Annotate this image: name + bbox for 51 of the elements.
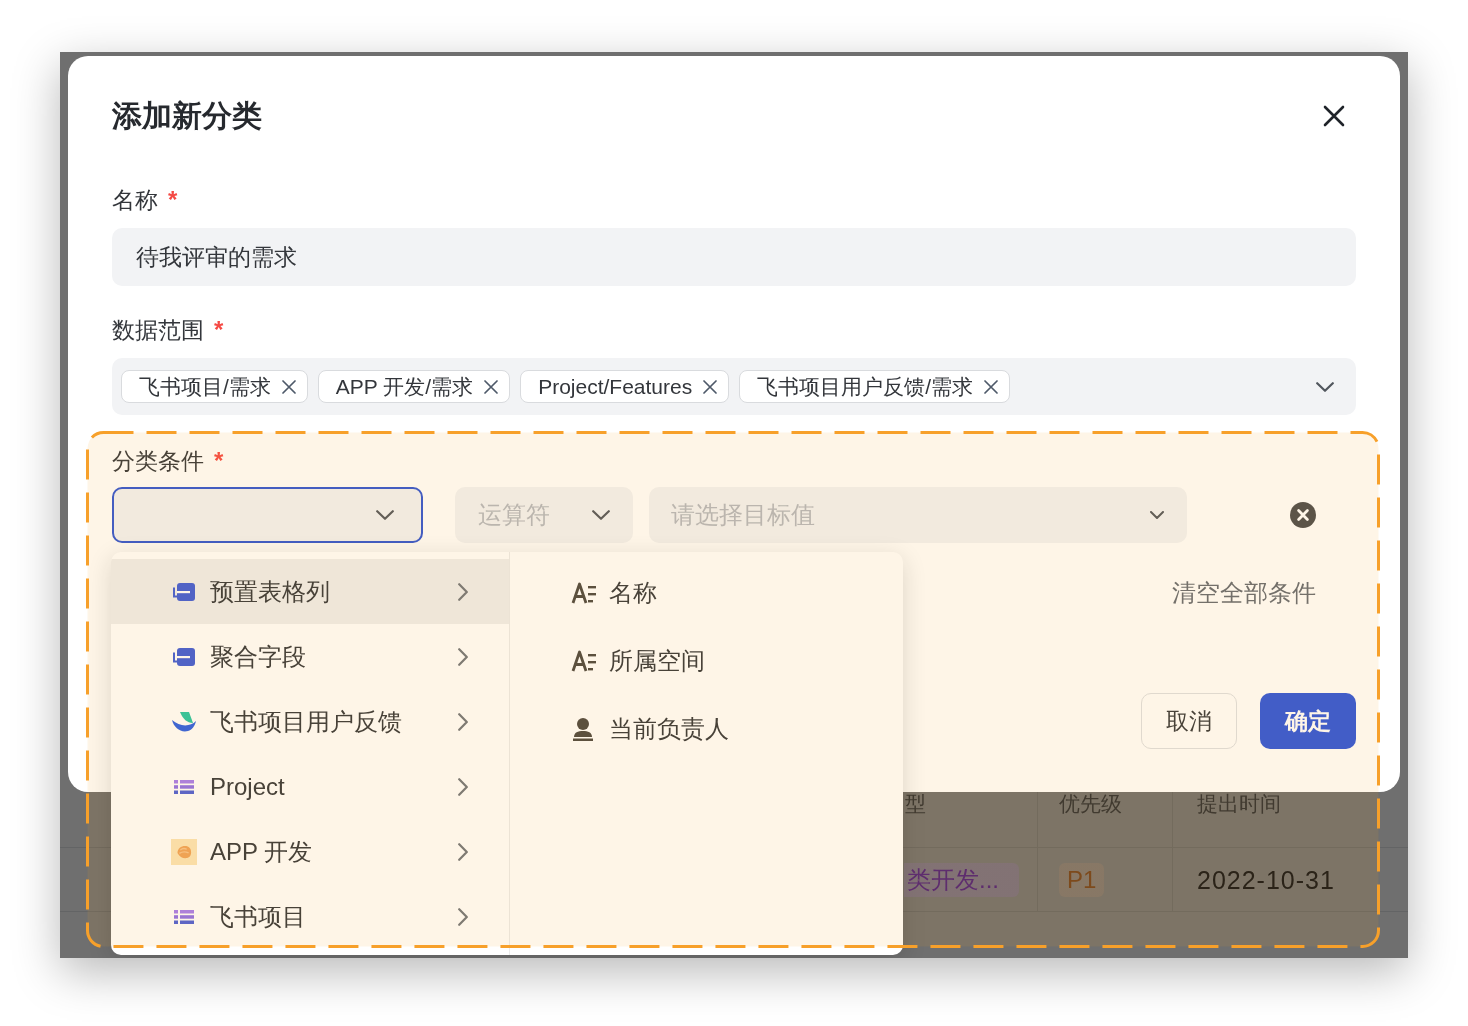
menu-item[interactable]: 预置表格列 [111,559,509,624]
field-label: 分类条件 [112,447,204,476]
tag-label: 飞书项目用户反馈/需求 [757,373,974,400]
chevron-down-icon [1316,381,1334,392]
menu-item[interactable]: 聚合字段 [111,624,509,689]
text-field-icon [570,650,596,672]
primary-button[interactable]: 确定 [1260,693,1356,749]
menu-item[interactable]: APP 开发 [111,819,509,884]
table-column-icon [173,647,195,666]
text-field-icon [570,582,596,604]
outline-button[interactable]: 取消 [1141,693,1237,749]
close-circle-icon[interactable] [1290,502,1316,528]
multi-select-field[interactable]: 飞书项目/需求 APP 开发/需求 Project/Features 飞书项目用户反馈/需求 [112,358,1356,415]
table-tag: P1 [1059,862,1105,897]
chevron-down-icon [592,510,610,520]
text-input[interactable]: 待我评审的需求 [112,228,1356,286]
chevron-down-icon [1150,511,1164,519]
close-icon[interactable] [703,379,718,394]
menu-item[interactable]: 飞书项目用户反馈 [111,689,509,754]
tag-label: 飞书项目/需求 [139,373,271,400]
required-mark: * [214,315,224,345]
menu-item[interactable]: 所属空间 [510,627,903,695]
field-label: 数据范围 [112,316,204,345]
close-icon [1323,105,1345,127]
column-header: 提出时间 [1197,791,1281,817]
list-icon [174,909,194,924]
tag-label: APP 开发/需求 [335,373,474,400]
table-tag: 类开发... [904,862,1019,897]
table-cell: 2022-10-31 [1197,866,1335,893]
close-icon[interactable] [484,379,499,394]
menu-item[interactable]: 当前负责人 [510,695,903,763]
close-icon[interactable] [984,379,999,394]
close-icon[interactable] [281,379,296,394]
table-column-icon [173,582,195,601]
required-mark: * [168,185,178,215]
menu-item[interactable]: Project [111,754,509,819]
list-icon [174,779,194,794]
user-icon [572,717,594,741]
swoosh-logo-icon [172,710,196,733]
dialog-title: 添加新分类 [112,98,262,134]
menu-item[interactable]: 名称 [510,559,903,627]
clear-all-link[interactable]: 清空全部条件 [1172,577,1316,609]
chevron-down-icon [376,510,394,520]
field-label: 名称 [112,186,158,215]
required-mark: * [214,446,224,476]
emoji-icon [171,837,197,866]
tag-label: Project/Features [538,373,693,400]
field-select[interactable] [112,487,423,543]
column-header: 优先级 [1059,791,1122,817]
menu-item[interactable]: 飞书项目 [111,884,509,949]
column-header: 型 [905,791,926,817]
